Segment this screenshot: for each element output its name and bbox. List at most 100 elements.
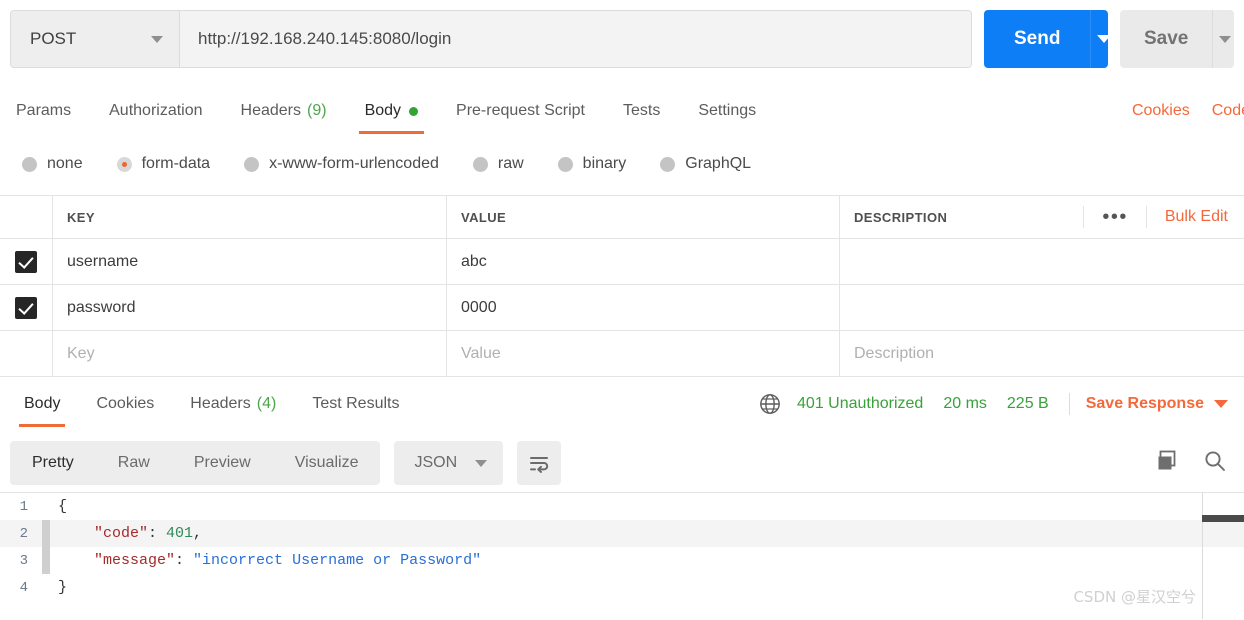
tab-count: (9) <box>307 102 327 119</box>
http-method-selector[interactable]: POST <box>11 11 180 67</box>
response-toolbar-actions <box>1154 448 1244 479</box>
copy-icon <box>1158 450 1176 469</box>
code-token: { <box>58 498 68 515</box>
copy-button[interactable] <box>1154 448 1180 479</box>
table-row: username abc <box>0 239 1244 285</box>
row-value[interactable]: 0000 <box>461 299 497 317</box>
view-tab-raw[interactable]: Raw <box>96 441 172 485</box>
table-header-row: KEY VALUE DESCRIPTION ••• Bulk Edit <box>0 195 1244 239</box>
response-time: 20 ms <box>943 395 987 412</box>
body-present-indicator-icon <box>409 106 419 116</box>
fold-rail <box>42 493 50 520</box>
table-row-empty: Key Value Description <box>0 331 1244 377</box>
body-type-graphql[interactable]: GraphQL <box>660 155 751 173</box>
divider <box>1068 393 1070 415</box>
code-line: 2 "code": 401, <box>0 520 1244 547</box>
bulk-edit-button[interactable]: Bulk Edit <box>1147 208 1228 226</box>
send-button-group: Send <box>984 10 1108 68</box>
save-button[interactable]: Save <box>1119 10 1213 68</box>
response-tab-headers[interactable]: Headers (4) <box>190 379 276 429</box>
search-icon <box>1205 450 1225 471</box>
chevron-down-icon <box>1097 35 1108 43</box>
new-description-input[interactable]: Description <box>854 345 934 363</box>
response-body-code[interactable]: 1 {2 "code": 401, 3 "message": "incorrect … <box>0 492 1244 620</box>
send-button[interactable]: Send <box>984 10 1091 68</box>
word-wrap-button[interactable] <box>517 441 562 485</box>
body-type-form-data[interactable]: form-data <box>116 155 210 173</box>
save-button-group: Save <box>1119 10 1234 68</box>
tab-label: Tests <box>622 102 661 119</box>
save-options-button[interactable] <box>1212 10 1234 68</box>
line-number: 2 <box>19 525 28 542</box>
code-scrollbar-thumb[interactable] <box>1202 515 1244 522</box>
fold-rail <box>42 547 50 574</box>
empty-check-cell <box>0 331 52 376</box>
radio-icon <box>244 156 260 172</box>
link-code[interactable]: Code <box>1212 102 1244 120</box>
column-header-value: VALUE <box>461 209 507 225</box>
tab-label: Headers <box>240 102 301 119</box>
response-meta: 401 Unauthorized 20 ms 225 B Save Respon… <box>759 393 1244 415</box>
url-input[interactable] <box>180 11 971 67</box>
request-tabs: Params Authorization Headers (9) Body Pre-req… <box>0 88 1244 134</box>
row-key[interactable]: password <box>67 299 135 317</box>
tab-label: Cookies <box>96 395 155 412</box>
code-text: } <box>58 579 67 596</box>
radio-label: GraphQL <box>685 155 752 172</box>
line-number: 1 <box>19 498 28 515</box>
tab-count: (4) <box>256 395 277 412</box>
body-type-raw[interactable]: raw <box>472 155 524 173</box>
more-options-icon[interactable]: ••• <box>1083 206 1147 228</box>
new-value-input[interactable]: Value <box>461 345 501 363</box>
tab-label: Pre-request Script <box>456 102 585 119</box>
request-tab-settings[interactable]: Settings <box>698 88 756 134</box>
body-type-binary[interactable]: binary <box>557 155 627 173</box>
code-token: : <box>148 525 167 542</box>
code-token: : <box>175 552 194 569</box>
response-tab-body[interactable]: Body <box>18 379 67 429</box>
code-text: "message": "incorrect Username or Passwo… <box>58 552 481 569</box>
table-header-tools: ••• Bulk Edit <box>1083 206 1244 228</box>
code-token: 401 <box>166 525 194 542</box>
method-url-group: POST <box>10 10 972 68</box>
request-tab-headers[interactable]: Headers (9) <box>241 88 327 134</box>
view-tab-preview[interactable]: Preview <box>172 441 273 485</box>
radio-icon <box>472 156 488 172</box>
code-line: 3 "message": "incorrect Username or Pass… <box>0 547 1244 574</box>
save-response-button[interactable]: Save Response <box>1086 395 1204 413</box>
chevron-down-icon[interactable] <box>1214 400 1228 408</box>
new-key-input[interactable]: Key <box>67 345 95 363</box>
radio-label: binary <box>582 155 627 172</box>
response-tab-cookies[interactable]: Cookies <box>96 379 154 429</box>
row-key[interactable]: username <box>67 253 138 271</box>
row-checkbox[interactable] <box>15 296 37 319</box>
request-tab-pre-request-script[interactable]: Pre-request Script <box>456 88 585 134</box>
response-format-label: JSON <box>414 454 458 471</box>
tab-label: Authorization <box>109 102 203 119</box>
tab-label: Body <box>364 102 402 119</box>
request-tab-tests[interactable]: Tests <box>623 88 660 134</box>
code-token: "incorrect Username or Password" <box>193 552 482 569</box>
link-cookies[interactable]: Cookies <box>1132 102 1190 120</box>
row-value[interactable]: abc <box>461 253 487 271</box>
radio-icon <box>660 156 676 172</box>
globe-icon <box>759 393 781 415</box>
view-mode-tabs: Pretty Raw Preview Visualize <box>10 441 381 485</box>
body-type-x-www-form-urlencoded[interactable]: x-www-form-urlencoded <box>244 155 439 173</box>
response-tab-test-results[interactable]: Test Results <box>312 379 399 429</box>
response-size: 225 B <box>1006 395 1049 412</box>
body-type-none[interactable]: none <box>22 155 83 173</box>
send-options-button[interactable] <box>1090 10 1108 68</box>
search-button[interactable] <box>1202 448 1228 479</box>
request-tab-authorization[interactable]: Authorization <box>109 88 202 134</box>
request-tab-params[interactable]: Params <box>16 88 71 134</box>
column-header-description: DESCRIPTION <box>854 209 948 225</box>
response-format-selector[interactable]: JSON <box>394 441 504 485</box>
view-tab-visualize[interactable]: Visualize <box>273 441 381 485</box>
row-checkbox[interactable] <box>15 250 37 273</box>
header-check-cell <box>0 196 52 238</box>
radio-label: none <box>47 155 83 172</box>
chevron-down-icon <box>151 35 163 43</box>
request-tab-body[interactable]: Body <box>358 88 425 134</box>
view-tab-pretty[interactable]: Pretty <box>10 441 96 485</box>
